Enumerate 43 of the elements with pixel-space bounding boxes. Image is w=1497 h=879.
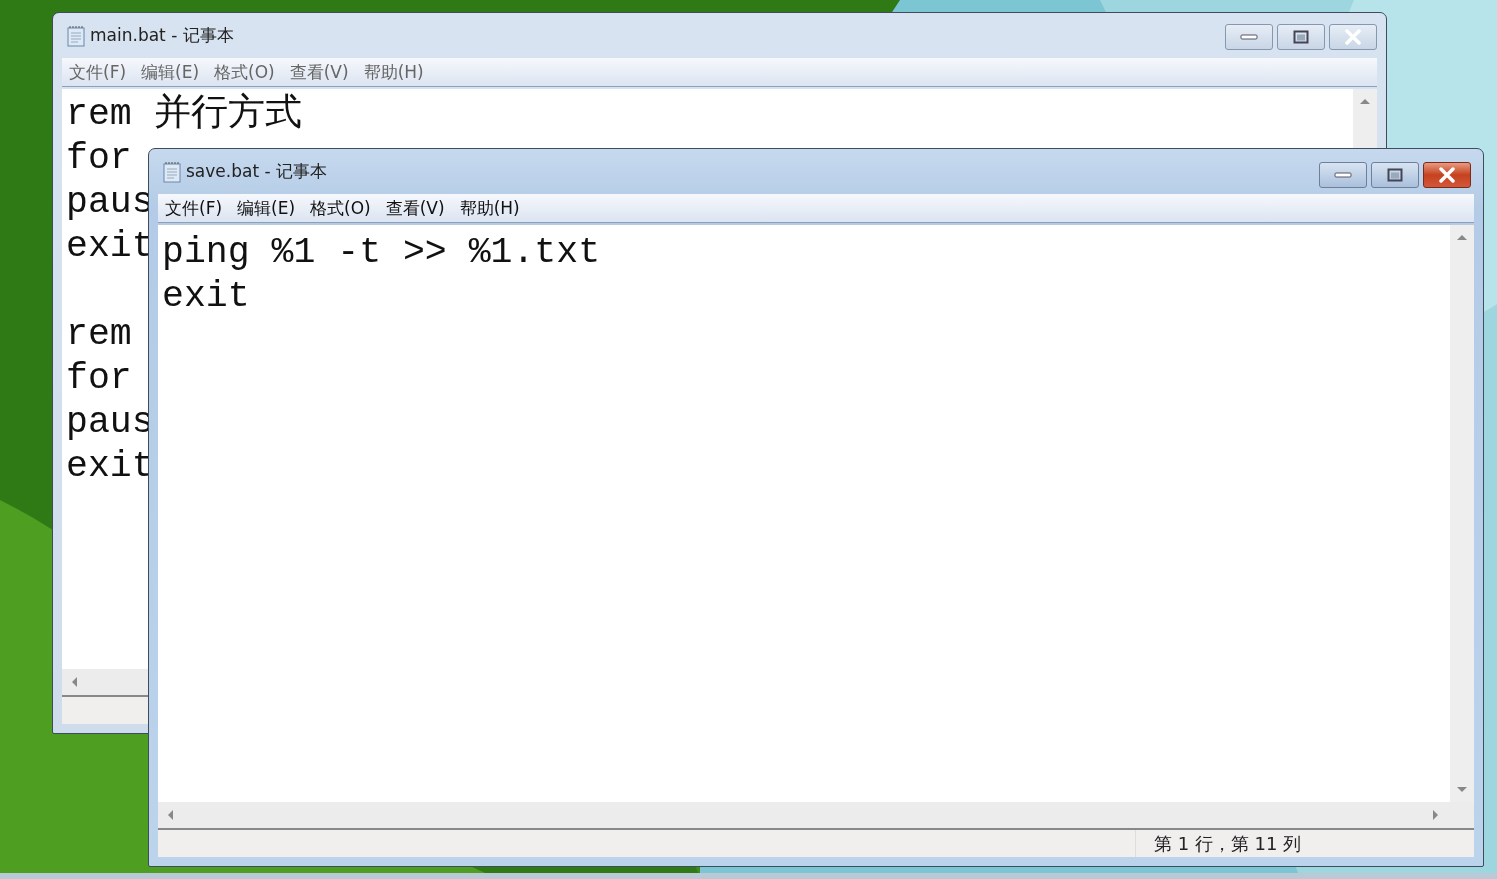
code-line: exit [66,226,154,267]
vertical-scrollbar[interactable] [1450,225,1474,802]
menu-item[interactable]: 帮助(H) [363,60,424,84]
window-title: main.bat - 记事本 [90,24,234,47]
scroll-left-icon [166,809,174,821]
code-line: rem 并行方式 [66,94,302,135]
notepad-icon [162,160,182,183]
horizontal-scrollbar[interactable] [158,802,1474,830]
scroll-left-icon [70,676,78,688]
maximize-button[interactable] [1277,24,1325,50]
code-line: exit [162,276,250,317]
menu-item[interactable]: 文件(F) [165,196,223,220]
scroll-up-icon [1359,97,1371,105]
close-icon [1438,167,1456,183]
notepad-icon [66,24,86,47]
close-icon [1344,29,1362,45]
menu-item[interactable]: 查看(V) [385,196,445,220]
scroll-right-icon [1432,809,1440,821]
menu-item[interactable]: 格式(O) [214,60,275,84]
minimize-icon [1334,171,1352,179]
maximize-button[interactable] [1371,162,1419,188]
menu-item[interactable]: 帮助(H) [459,196,520,220]
code-line: paus [66,182,154,223]
menu-item[interactable]: 编辑(E) [141,60,200,84]
cursor-position: 第 1 行，第 11 列 [1154,831,1302,856]
window-title: save.bat - 记事本 [186,160,327,183]
close-button[interactable] [1423,162,1471,188]
menu-item[interactable]: 文件(F) [69,60,127,84]
maximize-icon [1387,168,1403,182]
menu-item[interactable]: 格式(O) [310,196,371,220]
scroll-up-icon [1456,233,1468,241]
minimize-icon [1240,33,1258,41]
menu-item[interactable]: 查看(V) [289,60,349,84]
code-line: paus [66,402,154,443]
minimize-button[interactable] [1319,162,1367,188]
code-line: for [66,138,132,179]
scroll-down-icon [1456,786,1468,794]
code-line: exit [66,446,154,487]
code-line: ping %1 -t >> %1.txt [162,232,601,273]
menu-item[interactable]: 编辑(E) [237,196,296,220]
code-line: for [66,358,132,399]
maximize-icon [1293,30,1309,44]
code-line: rem [66,314,132,355]
